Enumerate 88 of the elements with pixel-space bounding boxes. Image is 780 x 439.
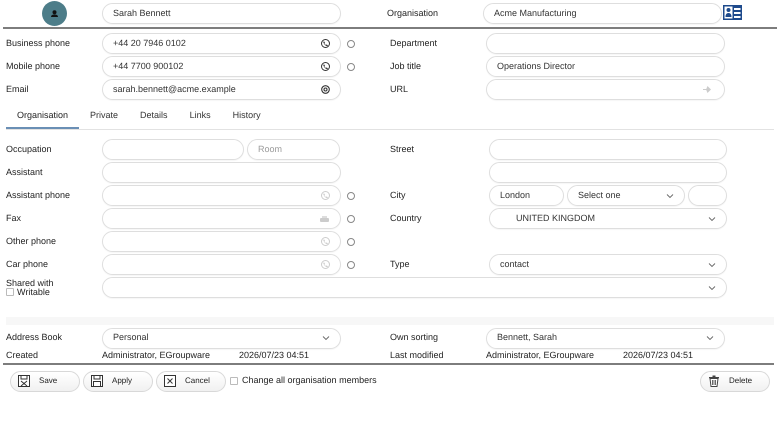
input-field[interactable] [102,231,341,252]
field-label: Created [6,349,40,362]
input-field[interactable] [102,185,341,206]
field-label: Assistant phone [6,188,72,202]
field-label: Other phone [6,234,58,248]
field-label: Type [390,258,410,269]
input-field[interactable] [486,33,725,54]
field-label: Business phone [6,36,72,50]
input-field[interactable]: Acme Manufacturing [483,3,722,24]
field-label: Email [6,82,30,96]
input-field[interactable]: +44 7700 900102 [102,56,341,77]
dropdown[interactable]: UNITED KINGDOM [489,208,727,229]
field-label: Assistant [6,166,44,179]
save-icon [18,375,30,387]
dropdown[interactable]: contact [489,254,727,275]
input-field[interactable]: Operations Director [486,56,725,77]
field-label: Occupation [6,142,53,156]
button[interactable]: Apply [83,370,153,392]
input-field[interactable]: +44 20 7946 0102 [102,33,341,54]
fax-icon [319,214,330,222]
field-label: Fax [6,212,22,225]
radio-button[interactable] [347,260,355,268]
field-label: Own sorting [390,331,440,344]
trash-icon [708,375,720,387]
input-field[interactable] [102,208,341,229]
author-text: Administrator, EGroupware [102,349,212,362]
tab[interactable]: Organisation [6,104,80,129]
field-label: City [390,190,406,200]
button[interactable]: Cancel [156,370,226,392]
field-label: Last modified [390,349,445,362]
date-text: 2026/07/23 04:51 [623,349,694,362]
phone-icon [321,39,330,48]
field-label: Department [390,36,438,50]
phone-icon [321,237,330,246]
tab[interactable]: Links [178,104,222,129]
input-field[interactable] [486,79,725,100]
contact-card-icon [723,5,742,20]
button[interactable]: Delete [700,370,770,392]
field-label: URL [390,82,410,96]
tab[interactable]: History [222,104,272,129]
date-text: 2026/07/23 04:51 [239,349,310,362]
field-label: Country [390,212,422,223]
input-field[interactable]: London [489,185,564,206]
caret-icon [322,335,330,341]
input-field[interactable] [489,162,727,183]
tab[interactable]: Details [129,104,179,129]
field-label: Shared with [6,278,55,288]
field-label: Organisation [387,6,440,20]
field-label: Job title [390,60,422,73]
input-field[interactable]: sarah.bennett@acme.example [102,79,341,100]
caret-icon [708,284,716,290]
phone-icon [321,191,330,200]
caret-icon [708,216,716,222]
phone-icon [321,260,330,269]
dropdown[interactable]: Personal [102,328,341,348]
input-field[interactable] [489,139,727,160]
radio-button[interactable] [347,40,355,48]
person-icon [51,10,58,17]
caret-icon [666,192,674,198]
phone-icon [321,62,330,71]
dropdown[interactable]: Bennett, Sarah [486,328,725,348]
field-label: Writable [17,288,50,296]
input-field[interactable] [688,185,727,206]
field-label: Car phone [6,258,50,271]
radio-button[interactable] [347,192,355,200]
close-icon [164,375,176,387]
radio-button[interactable] [347,62,355,70]
button[interactable]: Save [10,370,80,392]
field-label: Address Book [6,331,64,344]
link-icon [703,85,712,94]
tab[interactable]: Private [79,104,130,129]
radio-button[interactable] [347,214,355,222]
input-field[interactable] [102,162,341,183]
checkbox[interactable] [230,377,238,385]
radio-button[interactable] [347,238,355,246]
caret-icon [706,335,714,341]
input-field[interactable]: Sarah Bennett [102,3,341,24]
caret-icon [708,262,716,268]
checkbox[interactable] [6,288,14,296]
dropdown[interactable] [102,277,727,298]
author-text: Administrator, EGroupware [486,349,596,362]
input-field[interactable] [102,139,244,160]
field-label: Change all organisation members [242,374,377,388]
input-field[interactable] [102,254,341,275]
dropdown[interactable]: Select one [567,185,685,206]
at-icon [321,85,330,94]
field-label: Street [390,144,414,154]
field-label: Mobile phone [6,60,62,73]
